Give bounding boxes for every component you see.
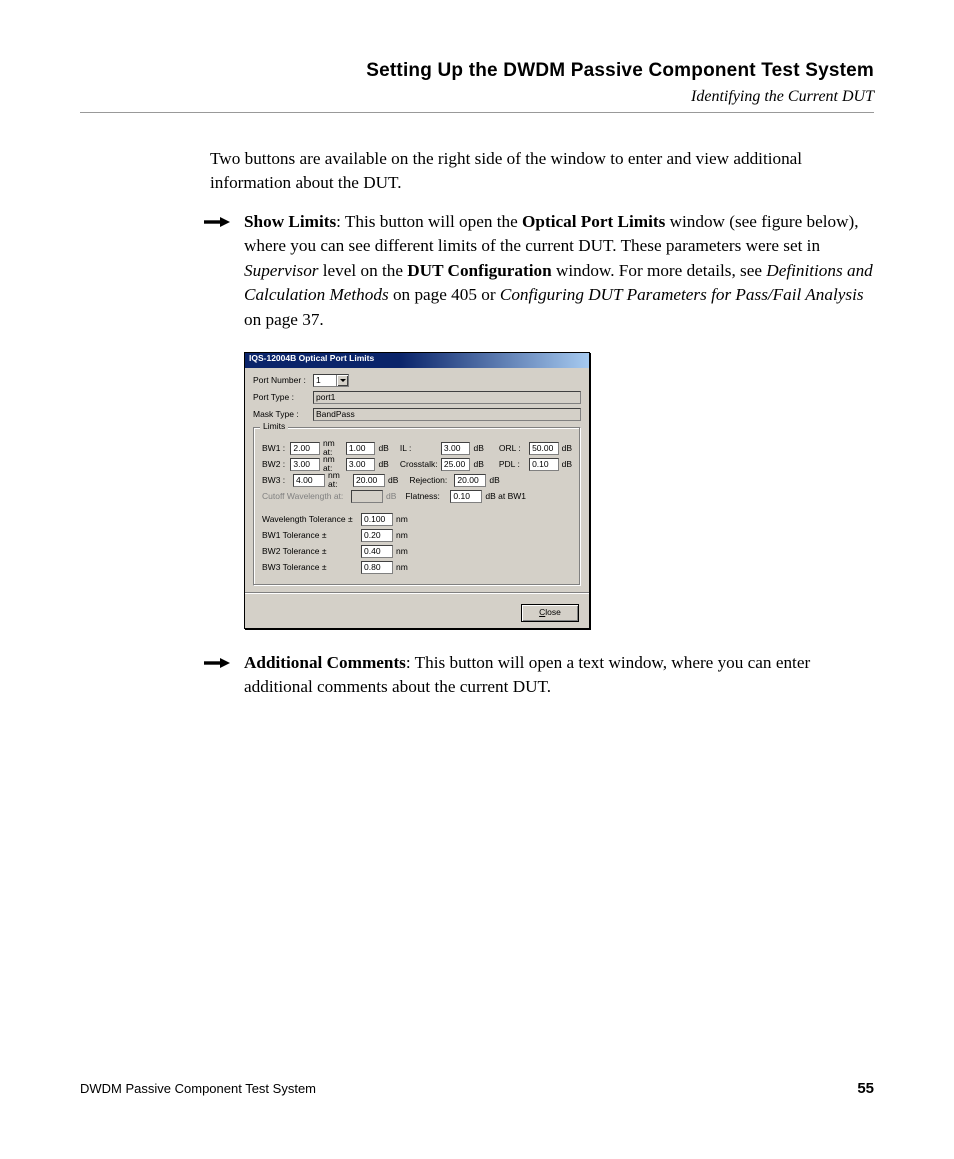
t: Optical Port Limits xyxy=(522,212,665,231)
limits-legend: Limits xyxy=(260,422,288,431)
unit-nm: nm xyxy=(396,531,408,540)
unit-db: dB xyxy=(386,492,396,501)
wl-tol-field[interactable]: 0.100 xyxy=(361,513,393,526)
unit-db: dB xyxy=(562,460,572,469)
t: on page 37. xyxy=(244,310,324,329)
mask-type-label: Mask Type : xyxy=(253,410,309,419)
rejection-label: Rejection: xyxy=(409,476,451,485)
unit-nm: nm xyxy=(396,515,408,524)
pdl-label: PDL : xyxy=(499,460,526,469)
orl-label: ORL : xyxy=(499,444,526,453)
cutoff-field xyxy=(351,490,383,503)
bw3-at-label: nm at: xyxy=(328,471,350,490)
il-label: IL : xyxy=(400,444,438,453)
pdl-field[interactable]: 0.10 xyxy=(529,458,559,471)
footer-page-number: 55 xyxy=(857,1080,874,1097)
rejection-field[interactable]: 20.00 xyxy=(454,474,486,487)
bw3-label: BW3 : xyxy=(262,476,290,485)
bw2-tol-field[interactable]: 0.40 xyxy=(361,545,393,558)
t: Configuring DUT Parameters for Pass/Fail… xyxy=(500,285,864,304)
unit-nm: nm xyxy=(396,547,408,556)
t: window. For more details, see xyxy=(552,261,767,280)
additional-comments-label: Additional Comments xyxy=(244,653,406,672)
bw1-tol-field[interactable]: 0.20 xyxy=(361,529,393,542)
bullet-additional-comments: Additional Comments: This button will op… xyxy=(210,651,874,700)
bw3-tol-label: BW3 Tolerance ± xyxy=(262,563,358,572)
crosstalk-field[interactable]: 25.00 xyxy=(441,458,471,471)
bw3-tol-field[interactable]: 0.80 xyxy=(361,561,393,574)
unit-db: dB xyxy=(378,444,388,453)
page-header-subtitle: Identifying the Current DUT xyxy=(80,88,874,106)
cutoff-label: Cutoff Wavelength at: xyxy=(262,492,348,501)
arrow-right-icon xyxy=(204,214,230,230)
wl-tol-label: Wavelength Tolerance ± xyxy=(262,515,358,524)
port-number-select[interactable]: 1 xyxy=(313,374,349,387)
unit-db: dB xyxy=(562,444,572,453)
il-field[interactable]: 3.00 xyxy=(441,442,471,455)
orl-field[interactable]: 50.00 xyxy=(529,442,559,455)
flatness-label: Flatness: xyxy=(405,492,447,501)
unit-db: dB xyxy=(388,476,398,485)
t: DUT Configuration xyxy=(407,261,551,280)
port-number-label: Port Number : xyxy=(253,376,309,385)
bullet-show-limits: Show Limits: This button will open the O… xyxy=(210,210,874,332)
dialog-separator xyxy=(245,592,589,594)
bw1-db-field[interactable]: 1.00 xyxy=(346,442,376,455)
t: level on the xyxy=(318,261,407,280)
crosstalk-label: Crosstalk: xyxy=(400,460,438,469)
bw2-db-field[interactable]: 3.00 xyxy=(346,458,376,471)
intro-paragraph: Two buttons are available on the right s… xyxy=(210,147,874,196)
arrow-right-icon xyxy=(204,655,230,671)
port-type-label: Port Type : xyxy=(253,393,309,402)
port-type-field: port1 xyxy=(313,391,581,404)
dialog-titlebar: IQS-12004B Optical Port Limits xyxy=(245,353,589,368)
mask-type-field: BandPass xyxy=(313,408,581,421)
bw2-label: BW2 : xyxy=(262,460,287,469)
unit-db: dB xyxy=(378,460,388,469)
bw2-nm-field[interactable]: 3.00 xyxy=(290,458,320,471)
t: on page 405 or xyxy=(389,285,500,304)
bw3-nm-field[interactable]: 4.00 xyxy=(293,474,325,487)
chevron-down-icon xyxy=(336,375,348,386)
show-limits-label: Show Limits xyxy=(244,212,336,231)
flatness-field[interactable]: 0.10 xyxy=(450,490,482,503)
bw2-tol-label: BW2 Tolerance ± xyxy=(262,547,358,556)
close-text: lose xyxy=(545,607,561,617)
unit-db: dB xyxy=(473,460,483,469)
unit-db-at-bw1: dB at BW1 xyxy=(485,492,526,501)
bw1-nm-field[interactable]: 2.00 xyxy=(290,442,320,455)
bw3-db-field[interactable]: 20.00 xyxy=(353,474,385,487)
header-rule xyxy=(80,112,874,113)
unit-nm: nm xyxy=(396,563,408,572)
t: : This button will open the xyxy=(336,212,522,231)
port-number-value: 1 xyxy=(316,376,321,385)
limits-groupbox: Limits BW1 : 2.00 nm at: 1.00 dB IL : 3.… xyxy=(253,427,581,586)
t: Supervisor xyxy=(244,261,318,280)
page-header-title: Setting Up the DWDM Passive Component Te… xyxy=(80,60,874,82)
unit-db: dB xyxy=(473,444,483,453)
bw1-tol-label: BW1 Tolerance ± xyxy=(262,531,358,540)
footer-product: DWDM Passive Component Test System xyxy=(80,1081,316,1096)
bw1-label: BW1 : xyxy=(262,444,287,453)
unit-db: dB xyxy=(489,476,499,485)
optical-port-limits-dialog: IQS-12004B Optical Port Limits Port Numb… xyxy=(244,352,590,629)
close-button[interactable]: Close xyxy=(521,604,579,622)
